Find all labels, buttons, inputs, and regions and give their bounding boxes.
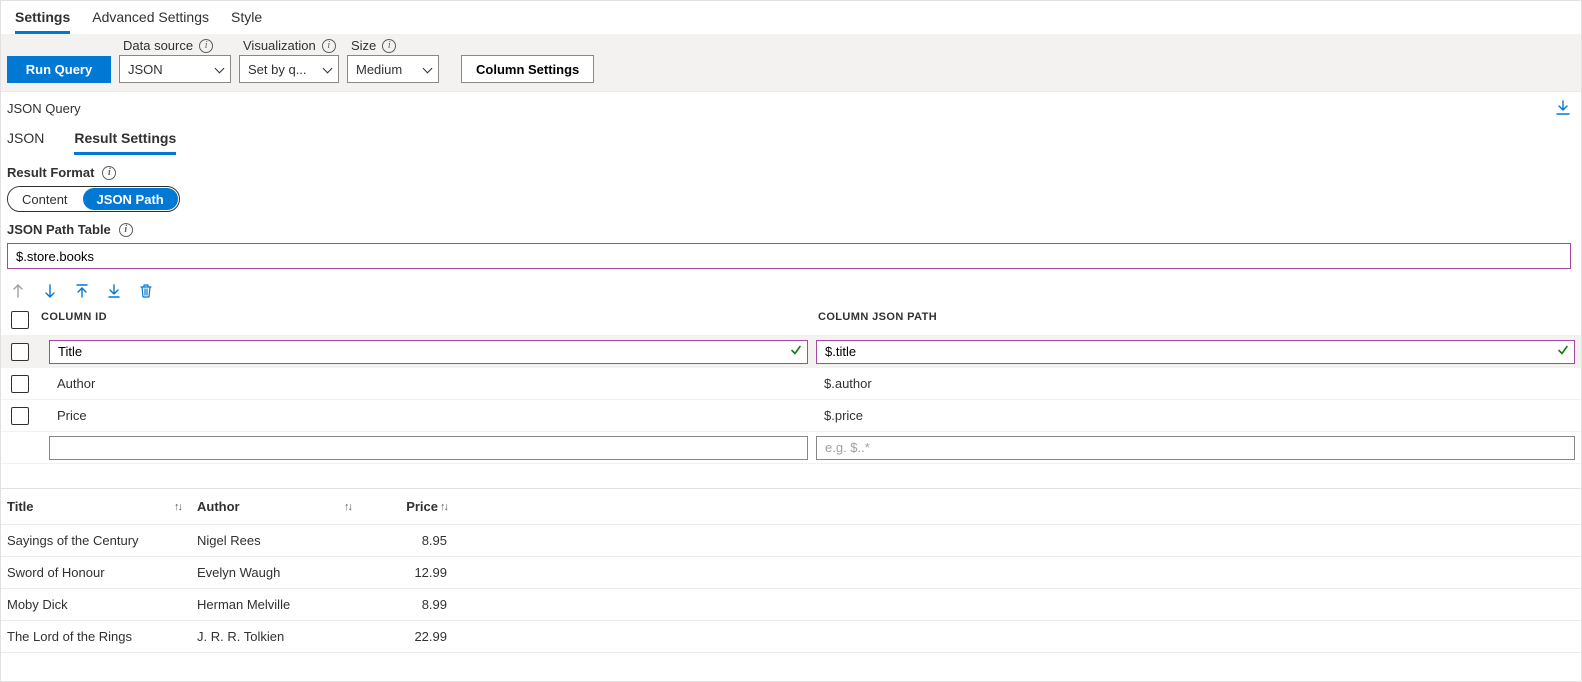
sort-icon: ↑↓ [344,501,351,513]
json-query-label: JSON Query [7,101,81,116]
new-column-id-input[interactable] [49,436,808,460]
json-path-table-input[interactable] [7,243,1571,269]
cell-author: Evelyn Waugh [197,565,367,580]
column-path-text[interactable]: $.price [816,408,1575,423]
chevron-down-icon [214,63,226,75]
cell-price: 12.99 [367,565,447,580]
results-table: Title ↑↓ Author ↑↓ Price ↑↓ Sayings of t… [1,488,1581,653]
column-path-header: COLUMN JSON PATH [808,311,1575,329]
tab-advanced-settings[interactable]: Advanced Settings [92,9,209,34]
column-row: Author $.author [1,368,1581,400]
col-label: Author [197,499,240,514]
column-id-text[interactable]: Price [49,408,808,423]
col-label: Title [7,499,34,514]
sort-icon: ↑↓ [440,501,447,513]
info-icon[interactable]: i [119,223,133,237]
size-value: Medium [356,62,402,77]
col-label: Price [406,499,438,514]
results-row: Sayings of the Century Nigel Rees 8.95 [1,525,1581,557]
cell-price: 8.95 [367,533,447,548]
tab-style[interactable]: Style [231,9,262,34]
column-path-text[interactable]: $.author [816,376,1575,391]
tab-settings[interactable]: Settings [15,9,70,34]
info-icon[interactable]: i [322,39,336,53]
cell-title: Sword of Honour [7,565,197,580]
visualization-label: Visualization [243,38,316,53]
cell-price: 22.99 [367,629,447,644]
inner-tabs: JSON Result Settings [1,120,1581,155]
move-top-icon[interactable] [75,283,89,299]
run-query-button[interactable]: Run Query [7,56,111,83]
row-checkbox[interactable] [11,407,29,425]
top-tabs: Settings Advanced Settings Style [1,1,1581,34]
check-icon [790,344,802,359]
download-icon[interactable] [1555,100,1571,116]
chevron-down-icon [422,63,434,75]
new-column-path-input[interactable] [816,436,1575,460]
result-format-toggle: Content JSON Path [7,186,180,212]
column-id-header: COLUMN ID [41,311,808,329]
size-dropdown[interactable]: Medium [347,55,439,83]
results-row: The Lord of the Rings J. R. R. Tolkien 2… [1,621,1581,653]
column-settings-button[interactable]: Column Settings [461,55,594,83]
results-col-price[interactable]: Price ↑↓ [367,499,447,514]
toolbar: Data source i Visualization i Size i Run… [1,34,1581,92]
column-row: Price $.price [1,400,1581,432]
row-checkbox[interactable] [11,375,29,393]
visualization-value: Set by q... [248,62,307,77]
chevron-down-icon [322,63,334,75]
cell-price: 8.99 [367,597,447,612]
column-row [1,336,1581,368]
info-icon[interactable]: i [199,39,213,53]
cell-author: J. R. R. Tolkien [197,629,367,644]
sort-icon: ↑↓ [174,501,181,513]
column-actions [1,269,1581,305]
settings-panel: Settings Advanced Settings Style Data so… [0,0,1582,682]
cell-author: Herman Melville [197,597,367,612]
move-bottom-icon[interactable] [107,283,121,299]
move-up-icon[interactable] [11,283,25,299]
column-path-input[interactable] [816,340,1575,364]
results-col-title[interactable]: Title ↑↓ [7,499,197,514]
info-icon[interactable]: i [102,166,116,180]
columns-table: COLUMN ID COLUMN JSON PATH Author $.auth… [1,305,1581,464]
column-id-input[interactable] [49,340,808,364]
info-icon[interactable]: i [382,39,396,53]
result-format-label: Result Format [7,165,94,180]
size-label: Size [351,38,376,53]
data-source-value: JSON [128,62,163,77]
cell-title: The Lord of the Rings [7,629,197,644]
column-row-new [1,432,1581,464]
results-row: Sword of Honour Evelyn Waugh 12.99 [1,557,1581,589]
select-all-checkbox[interactable] [11,311,29,329]
json-path-table-label: JSON Path Table [7,222,111,237]
data-source-label: Data source [123,38,193,53]
visualization-dropdown[interactable]: Set by q... [239,55,339,83]
tab-result-settings[interactable]: Result Settings [74,130,176,155]
data-source-dropdown[interactable]: JSON [119,55,231,83]
results-col-author[interactable]: Author ↑↓ [197,499,367,514]
tab-json[interactable]: JSON [7,130,44,155]
result-format-content[interactable]: Content [8,187,82,211]
results-row: Moby Dick Herman Melville 8.99 [1,589,1581,621]
column-id-text[interactable]: Author [49,376,808,391]
check-icon [1557,344,1569,359]
result-format-json-path[interactable]: JSON Path [83,188,178,210]
delete-icon[interactable] [139,283,153,299]
cell-author: Nigel Rees [197,533,367,548]
move-down-icon[interactable] [43,283,57,299]
row-checkbox[interactable] [11,343,29,361]
cell-title: Sayings of the Century [7,533,197,548]
cell-title: Moby Dick [7,597,197,612]
